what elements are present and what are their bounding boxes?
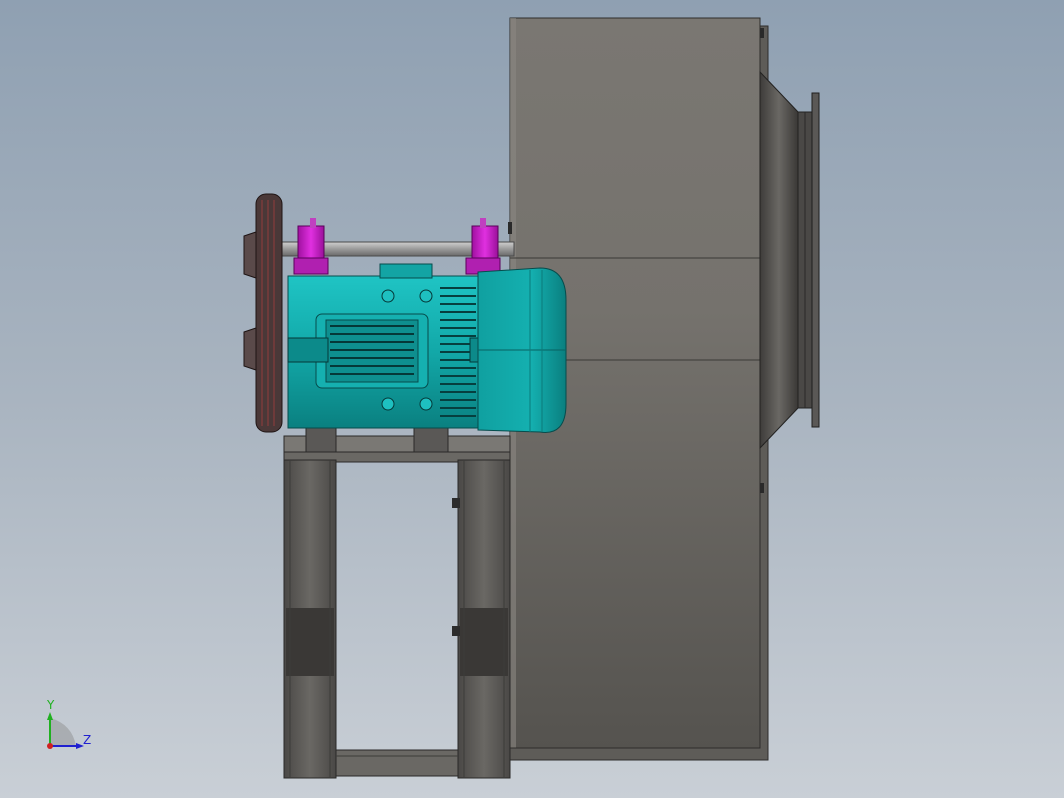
electric-motor [287,263,567,433]
base-frame [283,451,511,779]
triad-y-label: Y [47,698,55,712]
graphics-viewport[interactable]: Y Z [0,0,1064,798]
triad-z-label: Z [83,733,92,747]
centrifugal-fan-assembly-model [243,17,820,779]
bearing-left [293,218,329,275]
orientation-triad[interactable]: Y Z [38,698,98,760]
inlet-cone [759,70,820,450]
v-belt-pulley [243,193,283,433]
